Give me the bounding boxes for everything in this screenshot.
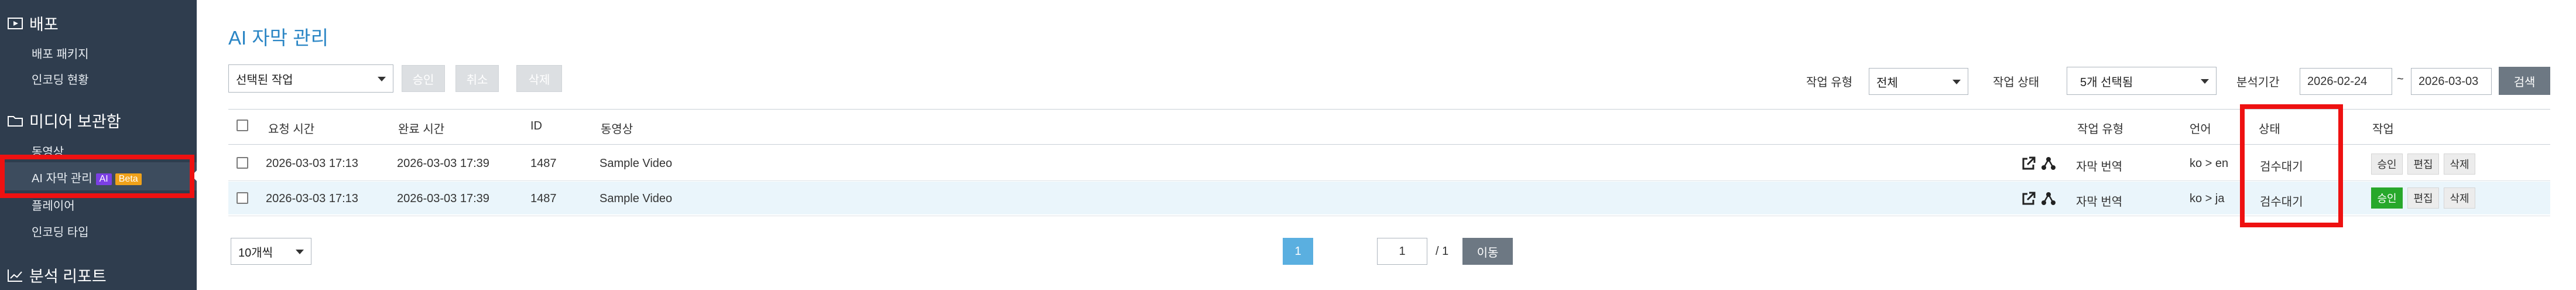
row-approve-button[interactable]: 승인	[2371, 153, 2403, 175]
row-divider	[228, 180, 2550, 181]
header-requested-time: 요청 시간	[268, 123, 315, 136]
search-button[interactable]: 검색	[2499, 67, 2550, 95]
row-checkbox[interactable]	[237, 192, 248, 204]
chevron-down-icon	[378, 77, 386, 81]
sidebar-section-analytics[interactable]: 분석 리포트	[7, 264, 107, 286]
cell-language: ko > ja	[2190, 192, 2225, 205]
date-range-separator: ~	[2397, 73, 2404, 86]
approve-button[interactable]: 승인	[402, 65, 445, 92]
bulk-action-value: 선택된 작업	[236, 73, 293, 87]
sidebar-section-label: 미디어 보관함	[29, 113, 121, 131]
share-nodes-icon[interactable]	[2041, 156, 2056, 171]
sidebar-section-media-library[interactable]: 미디어 보관함	[7, 109, 121, 132]
sidebar-section-label: 배포	[29, 16, 59, 33]
total-pages: / 1	[1436, 245, 1449, 258]
row-checkbox[interactable]	[237, 157, 248, 169]
folder-icon	[7, 114, 23, 128]
cell-job-type: 자막 번역	[2076, 161, 2123, 173]
bulk-action-select[interactable]: 선택된 작업	[228, 64, 393, 93]
end-date-input[interactable]: 2026-03-03	[2411, 68, 2492, 95]
start-date-input[interactable]: 2026-02-24	[2300, 68, 2392, 95]
cell-requested-time: 2026-03-03 17:13	[266, 192, 358, 205]
header-action: 작업	[2372, 123, 2394, 136]
header-language: 언어	[2190, 123, 2211, 136]
sidebar-section-label: 분석 리포트	[29, 268, 107, 285]
table-header-border	[228, 144, 2550, 145]
cell-completed-time: 2026-03-03 17:39	[397, 192, 489, 205]
row-approve-button[interactable]: 승인	[2371, 187, 2403, 209]
job-type-value: 전체	[1876, 76, 1898, 90]
sidebar: 배포 배포 패키지 인코딩 현황 미디어 보관함 동영상 AI 자막 관리 AI B…	[0, 0, 197, 290]
cell-completed-time: 2026-03-03 17:39	[397, 157, 489, 170]
period-label: 분석기간	[2236, 76, 2280, 89]
external-link-icon[interactable]	[2021, 156, 2036, 171]
row-delete-button[interactable]: 삭제	[2444, 187, 2475, 209]
header-video: 동영상	[601, 123, 633, 136]
cell-video: Sample Video	[600, 192, 673, 205]
header-job-type: 작업 유형	[2077, 123, 2124, 136]
row-edit-button[interactable]: 편집	[2407, 187, 2439, 209]
cell-id: 1487	[530, 157, 557, 170]
sidebar-item-player[interactable]: 플레이어	[32, 196, 75, 213]
external-link-icon[interactable]	[2021, 191, 2036, 206]
chevron-down-icon	[2201, 79, 2209, 84]
cell-id: 1487	[530, 192, 557, 205]
job-status-value: 5개 선택됨	[2080, 76, 2133, 89]
job-status-label: 작업 상태	[1993, 76, 2040, 89]
table-top-border	[228, 109, 2550, 110]
page-size-select[interactable]: 10개씩	[231, 238, 311, 265]
cell-requested-time: 2026-03-03 17:13	[266, 157, 358, 170]
header-id: ID	[530, 120, 542, 132]
cancel-button[interactable]: 취소	[455, 65, 499, 92]
delete-button[interactable]: 삭제	[516, 65, 562, 92]
sidebar-item-encoding-type[interactable]: 인코딩 타입	[32, 223, 89, 240]
page-number-input[interactable]: 1	[1377, 238, 1427, 265]
chart-icon	[7, 268, 23, 282]
share-nodes-icon[interactable]	[2041, 191, 2056, 206]
sidebar-item-encoding-status[interactable]: 인코딩 현황	[32, 70, 89, 87]
row-edit-button[interactable]: 편집	[2407, 153, 2439, 175]
sidebar-section-deploy[interactable]: 배포	[7, 12, 59, 35]
select-all-checkbox[interactable]	[237, 120, 248, 131]
job-type-select[interactable]: 전체	[1869, 68, 1968, 95]
chevron-down-icon	[296, 250, 304, 254]
page-size-value: 10개씩	[238, 246, 273, 260]
go-page-button[interactable]: 이동	[1462, 238, 1513, 265]
page-title: AI 자막 관리	[228, 27, 328, 49]
sidebar-item-deploy-package[interactable]: 배포 패키지	[32, 45, 89, 62]
row-delete-button[interactable]: 삭제	[2444, 153, 2475, 175]
cell-job-type: 자막 번역	[2076, 196, 2123, 209]
page-1-button[interactable]: 1	[1283, 238, 1313, 265]
header-completed-time: 완료 시간	[398, 123, 445, 136]
cell-language: ko > en	[2190, 157, 2229, 170]
highlight-box-status-column	[2240, 104, 2343, 227]
job-status-select[interactable]: 5개 선택됨	[2067, 67, 2217, 95]
chevron-down-icon	[1952, 80, 1961, 84]
job-type-label: 작업 유형	[1806, 76, 1853, 89]
cell-video: Sample Video	[600, 157, 673, 170]
deploy-icon	[7, 16, 23, 30]
highlight-box-sidebar	[0, 155, 194, 198]
